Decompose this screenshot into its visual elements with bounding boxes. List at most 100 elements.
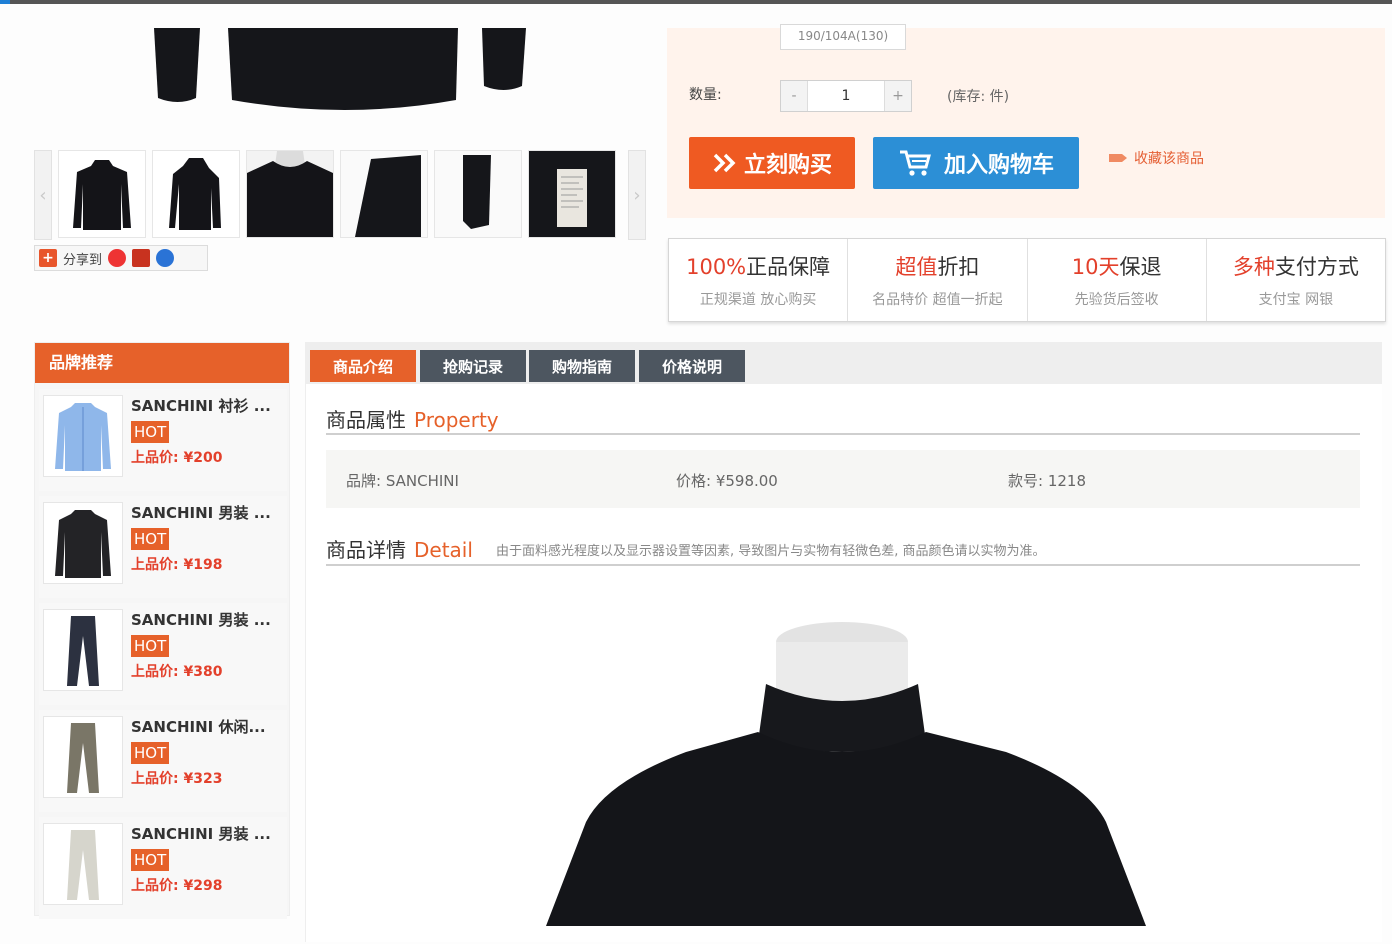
- weibo-icon[interactable]: [108, 249, 127, 267]
- double-chevron-right-icon: [713, 153, 736, 173]
- guarantee-subtitle: 支付宝 网银: [1258, 292, 1334, 308]
- thumb-prev-button[interactable]: ‹: [34, 150, 52, 240]
- property-code: 款号: 1218: [1008, 472, 1086, 490]
- main-product-image[interactable]: [120, 28, 560, 116]
- guarantee-bar: 100%正品保障 正规渠道 放心购买 超值折扣 名品特价 超值一折起 10天保退…: [668, 238, 1386, 322]
- guarantee-title: 正品保障: [746, 255, 831, 279]
- product-price: 上品价: ¥380: [131, 664, 223, 680]
- hot-badge: HOT: [131, 528, 170, 550]
- product-thumbnail[interactable]: [43, 609, 123, 691]
- property-price: 价格: ¥598.00: [676, 472, 778, 490]
- product-thumbnail[interactable]: [43, 395, 123, 477]
- add-to-cart-button[interactable]: 加入购物车: [873, 137, 1079, 189]
- hot-badge: HOT: [131, 635, 170, 657]
- list-item[interactable]: SANCHINI 休闲... HOT 上品价: ¥323: [39, 710, 287, 812]
- guarantee-title: 折扣: [937, 255, 980, 279]
- detail-title-en: Detail: [414, 538, 473, 562]
- product-price: 上品价: ¥198: [131, 557, 223, 573]
- list-item[interactable]: SANCHINI 衬衫 ... HOT 上品价: ¥200: [39, 389, 287, 491]
- share-bar[interactable]: + 分享到: [34, 245, 208, 271]
- hot-badge: HOT: [131, 849, 170, 871]
- guarantee-subtitle: 先验货后签收: [1074, 292, 1159, 308]
- detail-note: 由于面料感光程度以及显示器设置等因素, 导致图片与实物有轻微色差, 商品颜色请以…: [496, 544, 1046, 559]
- property-table: 品牌: SANCHINI 价格: ¥598.00 款号: 1218: [326, 450, 1360, 508]
- thumbnail-2[interactable]: [152, 150, 240, 238]
- product-name[interactable]: SANCHINI 衬衫 ...: [131, 395, 271, 416]
- add-to-cart-label: 加入购物车: [943, 153, 1054, 178]
- favorite-tag-icon: [1109, 154, 1127, 162]
- product-thumbnail[interactable]: [43, 716, 123, 798]
- kaixin-icon[interactable]: [132, 249, 151, 267]
- renren-icon[interactable]: [156, 249, 175, 267]
- tab-shopping-guide[interactable]: 购物指南: [529, 350, 635, 382]
- buy-now-button[interactable]: 立刻购买: [689, 137, 855, 189]
- product-thumbnail[interactable]: [43, 502, 123, 584]
- sidebar-title: 品牌推荐: [35, 343, 289, 383]
- thumbnail-1[interactable]: [58, 150, 146, 238]
- tab-price-notes[interactable]: 价格说明: [639, 350, 745, 382]
- tab-purchase-records[interactable]: 抢购记录: [420, 350, 526, 382]
- guarantee-highlight: 100%: [686, 255, 747, 279]
- favorite-label: 收藏该商品: [1134, 151, 1204, 167]
- guarantee-subtitle: 名品特价 超值一折起: [872, 292, 1003, 308]
- product-price: 上品价: ¥200: [131, 450, 223, 466]
- list-item[interactable]: SANCHINI 男装 ... HOT 上品价: ¥380: [39, 603, 287, 705]
- trousers-icon: [67, 830, 99, 900]
- quantity-stepper: - 1 +: [780, 80, 912, 112]
- top-bar-accent: [0, 0, 10, 4]
- list-item[interactable]: SANCHINI 男装 ... HOT 上品价: ¥298: [39, 817, 287, 919]
- quantity-increase-button[interactable]: +: [885, 81, 911, 111]
- size-option[interactable]: 190/104A(130): [780, 24, 906, 50]
- chevron-right-icon: ›: [633, 184, 641, 206]
- trousers-icon: [67, 723, 99, 793]
- sweater-icon: [55, 510, 111, 578]
- guarantee-return: 10天保退 先验货后签收: [1028, 239, 1207, 321]
- stock-text: (库存: 件): [947, 89, 1010, 105]
- product-name[interactable]: SANCHINI 男装 ...: [131, 823, 271, 844]
- thumbnail-6[interactable]: [528, 150, 616, 238]
- shopping-cart-icon: [899, 150, 931, 176]
- product-detail-panel: 商品介绍 抢购记录 购物指南 价格说明 商品属性 Property 品牌: SAN…: [305, 342, 1382, 942]
- product-thumbnail[interactable]: [43, 823, 123, 905]
- chevron-left-icon: ‹: [39, 184, 47, 206]
- property-title: 商品属性: [326, 408, 406, 432]
- guarantee-title: 支付方式: [1274, 255, 1359, 279]
- thumb-next-button[interactable]: ›: [628, 150, 646, 240]
- sweater-front-icon: [73, 160, 131, 230]
- guarantee-subtitle: 正规渠道 放心购买: [699, 292, 817, 308]
- product-price: 上品价: ¥323: [131, 771, 223, 787]
- product-name[interactable]: SANCHINI 男装 ...: [131, 502, 271, 523]
- tab-product-intro[interactable]: 商品介绍: [310, 350, 416, 382]
- product-detail-image: [546, 622, 1146, 926]
- divider: [326, 433, 1360, 435]
- care-label-icon: [529, 151, 615, 237]
- buy-now-label: 立刻购买: [743, 153, 832, 178]
- quantity-decrease-button[interactable]: -: [781, 81, 807, 111]
- detail-heading: 商品详情 Detail: [326, 534, 473, 563]
- guarantee-highlight: 10天: [1071, 255, 1120, 279]
- share-label: 分享到: [63, 252, 103, 268]
- shirt-icon: [55, 403, 111, 471]
- thumbnail-3[interactable]: [246, 150, 334, 238]
- guarantee-highlight: 多种: [1232, 255, 1275, 279]
- property-heading: 商品属性 Property: [326, 404, 499, 433]
- top-bar: [0, 0, 1392, 4]
- quantity-input[interactable]: 1: [807, 81, 885, 111]
- detail-title: 商品详情: [326, 538, 406, 562]
- guarantee-discount: 超值折扣 名品特价 超值一折起: [848, 239, 1028, 321]
- thumbnail-strip: ‹ ›: [34, 150, 646, 240]
- quantity-label: 数量:: [689, 87, 722, 103]
- sweater-collar-icon: [247, 151, 333, 237]
- brand-recommend-sidebar: 品牌推荐 SANCHINI 衬衫 ... HOT 上品价: ¥200 SANCH…: [34, 342, 290, 919]
- sweater-fabric-icon: [341, 151, 427, 237]
- product-name[interactable]: SANCHINI 男装 ...: [131, 609, 271, 630]
- favorite-link[interactable]: 收藏该商品: [1108, 148, 1204, 168]
- hot-badge: HOT: [131, 742, 170, 764]
- product-price: 上品价: ¥298: [131, 878, 223, 894]
- purchase-panel: [667, 28, 1385, 218]
- thumbnail-4[interactable]: [340, 150, 428, 238]
- thumbnail-5[interactable]: [434, 150, 522, 238]
- product-name[interactable]: SANCHINI 休闲...: [131, 716, 266, 737]
- hot-badge: HOT: [131, 421, 170, 443]
- list-item[interactable]: SANCHINI 男装 ... HOT 上品价: ¥198: [39, 496, 287, 598]
